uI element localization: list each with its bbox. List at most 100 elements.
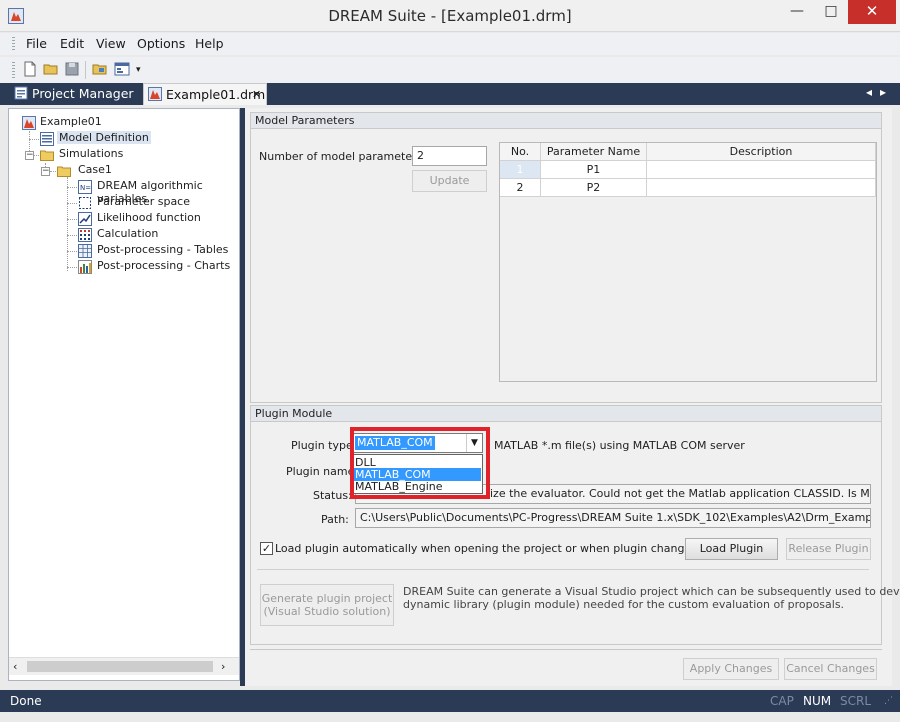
- cancel-changes-button[interactable]: Cancel Changes: [784, 658, 877, 680]
- folder-icon: [57, 166, 71, 177]
- variables-icon: N=: [78, 180, 92, 194]
- open-folder-icon[interactable]: [43, 61, 59, 77]
- tab-close-icon[interactable]: ✕: [252, 84, 261, 105]
- save-icon[interactable]: [64, 61, 80, 77]
- minimize-button[interactable]: —: [780, 0, 814, 24]
- toolbar-grip[interactable]: [12, 62, 15, 78]
- table-row-name[interactable]: P1: [541, 161, 647, 179]
- param-count-label: Number of model parameters:: [259, 150, 427, 163]
- release-plugin-button[interactable]: Release Plugin: [786, 538, 871, 560]
- model-parameters-group: Model Parameters Number of model paramet…: [250, 112, 882, 403]
- project-icon: [22, 116, 36, 130]
- table-row-no[interactable]: 2: [500, 179, 541, 197]
- table-row-description[interactable]: [647, 179, 876, 197]
- project-folder-icon[interactable]: [92, 61, 108, 77]
- menu-options[interactable]: Options: [131, 33, 191, 55]
- tree-simulations[interactable]: Simulations: [59, 147, 123, 160]
- tree-expander-simulations[interactable]: −: [25, 151, 34, 160]
- table-icon: [78, 244, 92, 258]
- tree-horizontal-scrollbar[interactable]: ‹ ›: [9, 657, 239, 675]
- drm-file-icon: [148, 87, 162, 101]
- table-row-description[interactable]: [647, 161, 876, 179]
- autoload-checkbox[interactable]: ✓: [260, 542, 273, 555]
- toolbar: ▾: [0, 57, 900, 83]
- generate-button-line1: Generate plugin project: [261, 592, 393, 605]
- tab-scroll-left-icon[interactable]: ◂: [866, 85, 872, 99]
- menu-view[interactable]: View: [90, 33, 132, 55]
- model-definition-panel: Model Parameters Number of model paramet…: [245, 108, 900, 686]
- window-title: DREAM Suite - [Example01.drm]: [328, 7, 572, 25]
- generate-plugin-project-button[interactable]: Generate plugin project (Visual Studio s…: [260, 584, 394, 626]
- window-bottom-edge: [0, 712, 900, 722]
- generate-button-line2: (Visual Studio solution): [263, 605, 391, 618]
- parameters-grid: No. Parameter Name Description 1 P1 2 P2: [499, 142, 877, 382]
- option-matlab-engine[interactable]: MATLAB_Engine: [353, 480, 481, 493]
- plugin-module-group: Plugin Module Plugin type: MATLAB *.m fi…: [250, 405, 900, 645]
- num-indicator: NUM: [803, 694, 832, 708]
- tree-case1[interactable]: Case1: [78, 163, 112, 176]
- calculation-icon: [78, 228, 92, 242]
- path-label: Path:: [321, 513, 349, 526]
- menu-file[interactable]: File: [20, 33, 53, 55]
- plugin-type-options: DLL MATLAB_COM MATLAB_Engine: [351, 454, 483, 494]
- scroll-left-icon[interactable]: ‹: [13, 660, 17, 673]
- scroll-thumb[interactable]: [27, 661, 213, 672]
- param-count-input[interactable]: 2: [412, 146, 487, 166]
- menu-grip[interactable]: [12, 37, 15, 51]
- tree-root-label[interactable]: Example01: [40, 115, 102, 128]
- col-header-no[interactable]: No.: [500, 143, 541, 161]
- tree-model-definition[interactable]: Model Definition: [57, 131, 151, 144]
- scroll-right-icon[interactable]: ›: [221, 660, 225, 673]
- apply-changes-button[interactable]: Apply Changes: [683, 658, 779, 680]
- folder-icon: [40, 150, 54, 161]
- tree-likelihood[interactable]: Likelihood function: [97, 211, 201, 224]
- project-tree: Example01 Model Definition − Simulations…: [8, 108, 240, 681]
- col-header-description[interactable]: Description: [647, 143, 876, 161]
- document-tab-strip: Project Manager Example01.drm ✕ ◂ ▸: [0, 83, 900, 105]
- menu-edit[interactable]: Edit: [54, 33, 90, 55]
- tree-parameter-space[interactable]: Parameter space: [97, 195, 190, 208]
- scroll-indicator: SCRL: [840, 694, 872, 708]
- generate-description-line1: DREAM Suite can generate a Visual Studio…: [403, 585, 900, 598]
- update-button[interactable]: Update: [412, 170, 487, 192]
- plugin-type-dropdown[interactable]: MATLAB_COM ▼: [351, 433, 483, 453]
- col-header-name[interactable]: Parameter Name: [541, 143, 647, 161]
- tab-example01[interactable]: Example01.drm ✕: [143, 83, 267, 105]
- likelihood-icon: [78, 212, 92, 226]
- toolbar-overflow-icon[interactable]: ▾: [136, 65, 141, 75]
- generate-description-line2: dynamic library (plugin module) needed f…: [403, 598, 845, 611]
- chevron-down-icon[interactable]: ▼: [466, 434, 482, 452]
- tree-expander-case1[interactable]: −: [41, 167, 50, 176]
- menu-help[interactable]: Help: [189, 33, 230, 55]
- table-row-no[interactable]: 1: [500, 161, 541, 179]
- table-row-name[interactable]: P2: [541, 179, 647, 197]
- resize-grip-icon[interactable]: ⋰: [884, 690, 893, 712]
- maximize-button[interactable]: □: [814, 0, 848, 24]
- path-field[interactable]: C:\Users\Public\Documents\PC-Progress\DR…: [355, 508, 871, 528]
- properties-icon[interactable]: [114, 61, 130, 77]
- tree-post-tables[interactable]: Post-processing - Tables: [97, 243, 228, 256]
- divider: [257, 569, 869, 570]
- tree-post-charts[interactable]: Post-processing - Charts: [97, 259, 230, 272]
- toolbar-divider: [85, 61, 86, 79]
- model-definition-icon: [40, 132, 54, 146]
- load-plugin-button[interactable]: Load Plugin: [685, 538, 778, 560]
- project-manager-icon: [14, 86, 28, 100]
- new-file-icon[interactable]: [22, 61, 38, 77]
- status-label: Status:: [313, 489, 352, 502]
- footer-divider: [250, 649, 882, 650]
- menu-bar: File Edit View Options Help: [0, 33, 900, 55]
- plugin-name-label: Plugin name:: [286, 465, 359, 478]
- title-bar: DREAM Suite - [Example01.drm] — □ ✕: [0, 0, 900, 32]
- caps-indicator: CAP: [770, 694, 794, 708]
- tab-project-manager[interactable]: Project Manager: [10, 83, 140, 105]
- bar-chart-icon: [78, 260, 92, 274]
- autoload-label[interactable]: Load plugin automatically when opening t…: [275, 542, 698, 555]
- tree-calculation[interactable]: Calculation: [97, 227, 158, 240]
- tab-scroll-right-icon[interactable]: ▸: [880, 85, 886, 99]
- status-text: Done: [10, 694, 42, 708]
- model-parameters-title: Model Parameters: [251, 113, 881, 129]
- close-button[interactable]: ✕: [848, 0, 896, 24]
- plugin-type-label: Plugin type:: [291, 439, 357, 452]
- svg-text:N=: N=: [80, 184, 91, 192]
